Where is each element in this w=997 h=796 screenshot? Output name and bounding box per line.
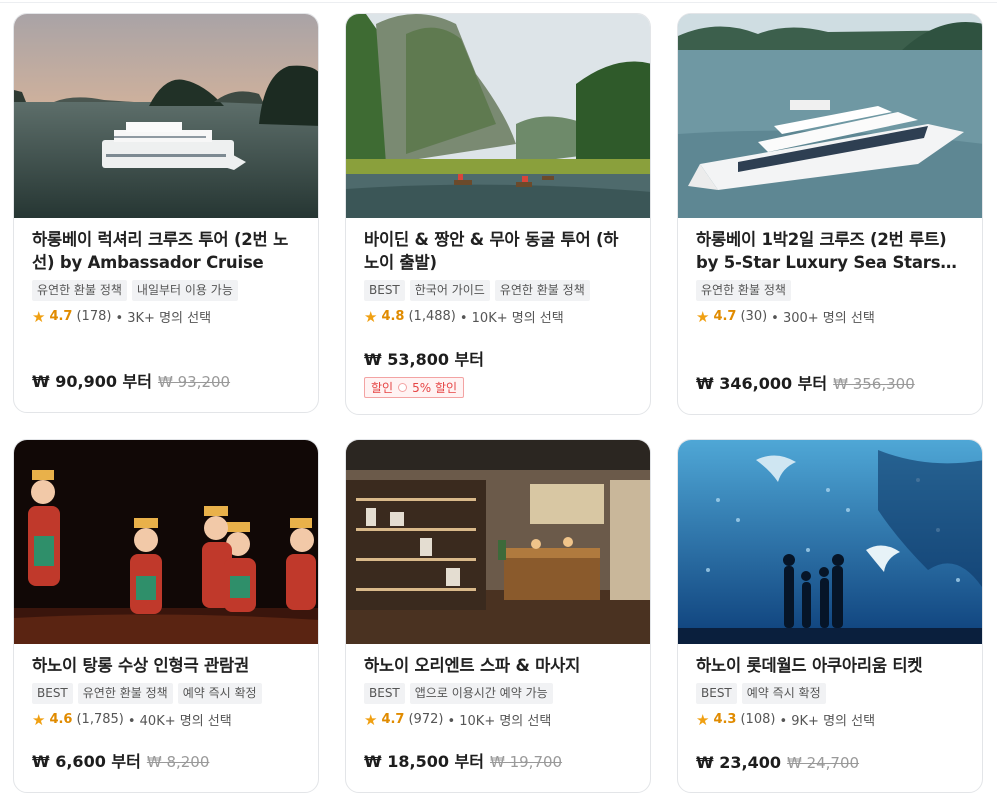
top-divider: [0, 2, 997, 3]
product-title[interactable]: 하노이 롯데월드 아쿠아리움 티켓: [696, 654, 964, 677]
original-price: ₩ 93,200: [157, 373, 231, 391]
booking-count: • 10K+ 명의 선택: [459, 311, 564, 326]
product-image: [14, 440, 318, 644]
product-title[interactable]: 하노이 오리엔트 스파 & 마사지: [364, 654, 632, 677]
original-price: ₩ 24,700: [786, 754, 860, 772]
tag: 한국어 가이드: [409, 280, 490, 301]
star-icon: ★: [32, 710, 46, 729]
tag-list: 유연한 환불 정책 내일부터 이용 가능: [32, 280, 300, 301]
tag-list: BEST 예약 즉시 확정: [696, 683, 964, 704]
product-image: [678, 440, 982, 644]
review-count: (972): [408, 712, 444, 727]
review-count: (178): [76, 309, 112, 324]
price: ₩ 6,600 부터: [32, 752, 141, 771]
rating-row: ★ 4.7 (178) • 3K+ 명의 선택: [32, 307, 300, 327]
tag-list: BEST 한국어 가이드 유연한 환불 정책: [364, 280, 632, 301]
tag: 유연한 환불 정책: [494, 280, 590, 301]
tag: 내일부터 이용 가능: [131, 280, 238, 301]
star-icon: ★: [696, 307, 710, 326]
review-count: (30): [740, 309, 768, 324]
rating-score: 4.7: [713, 309, 737, 324]
product-title[interactable]: 하롱베이 럭셔리 크루즈 투어 (2번 노선) by Ambassador Cr…: [32, 228, 300, 274]
rating-row: ★ 4.3 (108) • 9K+ 명의 선택: [696, 710, 964, 730]
rating-row: ★ 4.7 (30) • 300+ 명의 선택: [696, 307, 964, 327]
tag: 유연한 환불 정책: [32, 280, 127, 301]
star-icon: ★: [364, 307, 378, 326]
product-image: [678, 14, 982, 218]
product-card-lotte-aquarium[interactable]: 하노이 롯데월드 아쿠아리움 티켓 BEST 예약 즉시 확정 ★ 4.3 (1…: [677, 439, 983, 793]
price-row: ₩ 6,600 부터 ₩ 8,200: [32, 748, 209, 772]
star-icon: ★: [696, 710, 710, 729]
price-row: ₩ 23,400 ₩ 24,700: [696, 753, 859, 772]
rating-row: ★ 4.6 (1,785) • 40K+ 명의 선택: [32, 710, 300, 730]
product-card-halong-sea-stars[interactable]: 하롱베이 1박2일 크루즈 (2번 루트) by 5-Star Luxury S…: [677, 13, 983, 415]
tag: BEST: [32, 683, 73, 704]
discount-label: 할인: [371, 381, 394, 395]
product-title[interactable]: 하노이 탕롱 수상 인형극 관람권: [32, 654, 300, 677]
tag-list: BEST 앱으로 이용시간 예약 가능: [364, 683, 632, 704]
review-count: (108): [740, 712, 776, 727]
review-count: (1,785): [76, 712, 124, 727]
price-row: ₩ 346,000 부터 ₩ 356,300: [696, 370, 915, 394]
price: ₩ 18,500 부터: [364, 752, 484, 771]
rating-row: ★ 4.7 (972) • 10K+ 명의 선택: [364, 710, 632, 730]
rating-score: 4.7: [381, 712, 405, 727]
product-card-trang-an-tour[interactable]: 바이딘 & 짱안 & 무아 동굴 투어 (하노이 출발) BEST 한국어 가이…: [345, 13, 651, 415]
booking-count: • 9K+ 명의 선택: [779, 714, 876, 729]
tag: 앱으로 이용시간 예약 가능: [409, 683, 553, 704]
booking-count: • 3K+ 명의 선택: [115, 311, 212, 326]
product-card-halong-ambassador[interactable]: 하롱베이 럭셔리 크루즈 투어 (2번 노선) by Ambassador Cr…: [13, 13, 319, 413]
tag: 예약 즉시 확정: [177, 683, 262, 704]
rating-score: 4.3: [713, 712, 737, 727]
rating-score: 4.6: [49, 712, 73, 727]
price-row: ₩ 18,500 부터 ₩ 19,700: [364, 748, 562, 772]
product-image: [346, 440, 650, 644]
booking-count: • 40K+ 명의 선택: [127, 714, 232, 729]
booking-count: • 300+ 명의 선택: [771, 311, 875, 326]
product-title[interactable]: 바이딘 & 짱안 & 무아 동굴 투어 (하노이 출발): [364, 228, 632, 274]
star-icon: ★: [364, 710, 378, 729]
review-count: (1,488): [408, 309, 456, 324]
price: ₩ 346,000 부터: [696, 374, 828, 393]
product-image: [346, 14, 650, 218]
discount-percent: 5% 할인: [412, 381, 458, 395]
original-price: ₩ 19,700: [489, 753, 563, 771]
tag: BEST: [696, 683, 737, 704]
ticket-notch: [398, 383, 408, 392]
price: ₩ 90,900 부터: [32, 372, 152, 391]
rating-row: ★ 4.8 (1,488) • 10K+ 명의 선택: [364, 307, 632, 327]
tag-list: 유연한 환불 정책: [696, 280, 964, 301]
price-row: ₩ 90,900 부터 ₩ 93,200: [32, 368, 230, 392]
booking-count: • 10K+ 명의 선택: [447, 714, 552, 729]
tag: 유연한 환불 정책: [77, 683, 173, 704]
price-row: ₩ 53,800 부터: [364, 346, 484, 370]
rating-score: 4.7: [49, 309, 73, 324]
product-image: [14, 14, 318, 218]
product-card-water-puppet[interactable]: 하노이 탕롱 수상 인형극 관람권 BEST 유연한 환불 정책 예약 즉시 확…: [13, 439, 319, 793]
product-title[interactable]: 하롱베이 1박2일 크루즈 (2번 루트) by 5-Star Luxury S…: [696, 228, 964, 274]
tag: 예약 즉시 확정: [741, 683, 826, 704]
rating-score: 4.8: [381, 309, 405, 324]
tag: 유연한 환불 정책: [696, 280, 791, 301]
star-icon: ★: [32, 307, 46, 326]
tag: BEST: [364, 280, 405, 301]
original-price: ₩ 8,200: [146, 753, 210, 771]
discount-badge: 할인 5% 할인: [364, 377, 465, 398]
tag: BEST: [364, 683, 405, 704]
tag-list: BEST 유연한 환불 정책 예약 즉시 확정: [32, 683, 300, 704]
price: ₩ 23,400: [696, 753, 781, 772]
price: ₩ 53,800 부터: [364, 350, 484, 369]
product-card-orient-spa[interactable]: 하노이 오리엔트 스파 & 마사지 BEST 앱으로 이용시간 예약 가능 ★ …: [345, 439, 651, 793]
original-price: ₩ 356,300: [833, 375, 915, 393]
